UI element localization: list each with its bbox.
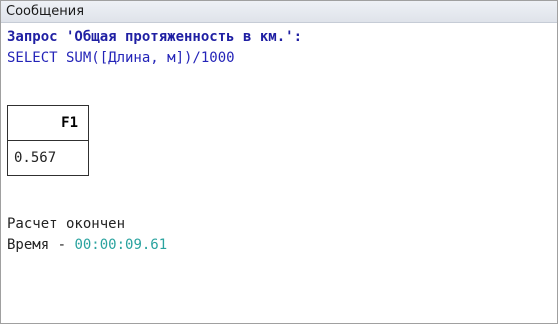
messages-window: Сообщения Запрос 'Общая протяженность в …	[0, 0, 558, 324]
table-cell-f1: 0.567	[7, 140, 89, 176]
column-header-f1: F1	[7, 105, 89, 141]
elapsed-time-value: 00:00:09.61	[74, 237, 168, 253]
elapsed-time-line: Время - 00:00:09.61	[7, 235, 557, 256]
table-header-row: F1	[7, 105, 89, 141]
elapsed-time-label: Время -	[7, 237, 75, 253]
table-row: 0.567	[7, 140, 89, 176]
result-table: F1 0.567	[7, 105, 89, 176]
status-done-text: Расчет окончен	[7, 216, 126, 232]
messages-content: Запрос 'Общая протяженность в км.': SELE…	[1, 23, 557, 256]
query-title-line: Запрос 'Общая протяженность в км.':	[7, 29, 303, 45]
query-sql-line: SELECT SUM([Длина, м])/1000	[7, 50, 235, 66]
window-title: Сообщения	[1, 1, 557, 23]
